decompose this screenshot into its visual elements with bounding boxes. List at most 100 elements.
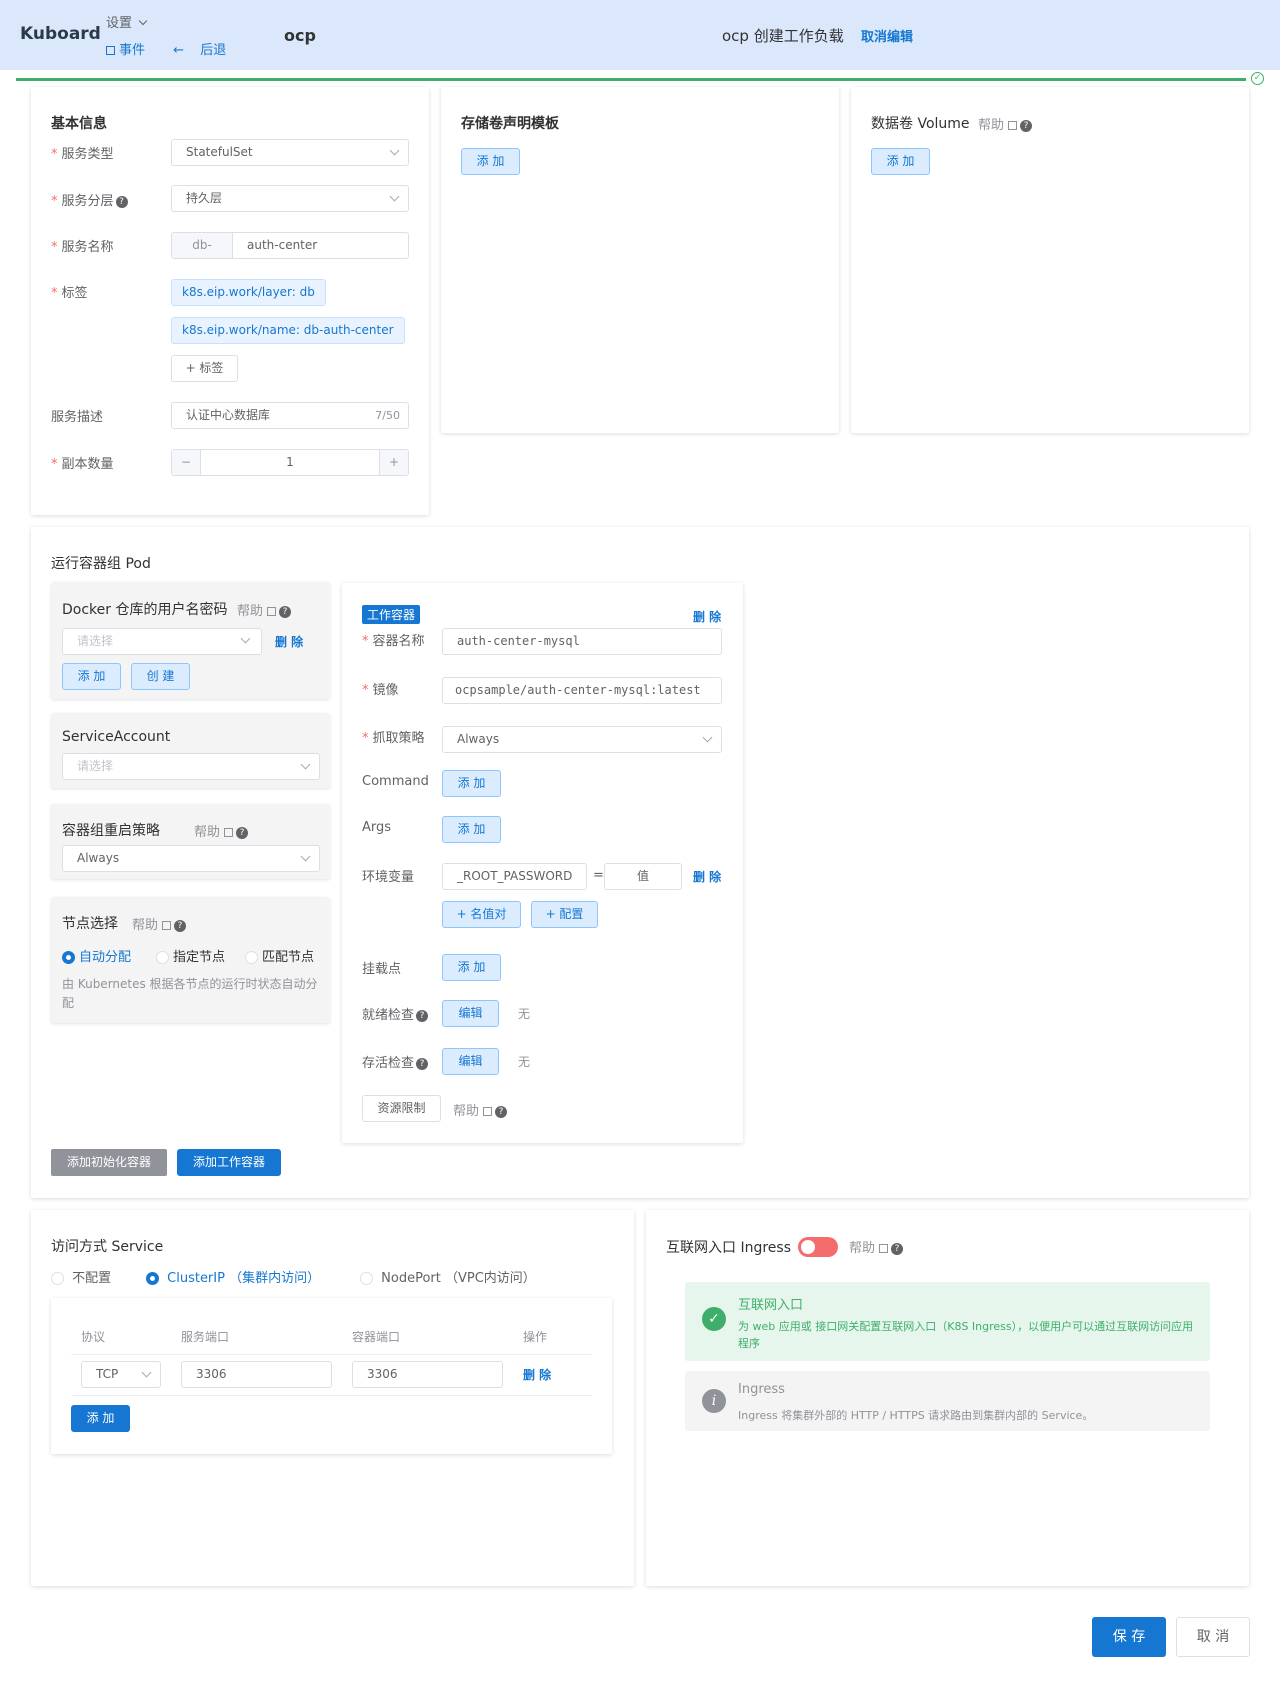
service-account-select[interactable]: 请选择 <box>62 753 320 780</box>
chevron-down-icon <box>300 759 311 770</box>
add-port-button[interactable]: 添 加 <box>71 1405 130 1432</box>
progress-bar <box>16 78 1246 81</box>
alert-title: 互联网入口 <box>738 1298 804 1313</box>
external-link-icon <box>162 921 172 930</box>
env-value-input[interactable]: 值 <box>604 863 682 890</box>
mount-label: 挂载点 <box>362 962 402 977</box>
env-label: 环境变量 <box>362 870 415 885</box>
work-container-card: 工作容器 删 除 * 容器名称 auth-center-mysql * 镜像 ocp… <box>342 583 743 1143</box>
cancel-edit-link[interactable]: 取消编辑 <box>861 26 913 45</box>
help-icon[interactable]: ? <box>416 1057 429 1070</box>
service-name-label: * 服务名称 <box>51 240 114 255</box>
external-link-icon <box>1008 121 1018 130</box>
service-layer-select[interactable]: 持久层 <box>171 185 409 212</box>
env-name-input[interactable]: _ROOT_PASSWORD <box>442 863 587 890</box>
service-none-radio[interactable]: 不配置 <box>51 1267 111 1286</box>
service-type-select[interactable]: StatefulSet <box>171 139 409 166</box>
success-icon: ✓ <box>702 1307 726 1331</box>
page-title: ocp 创建工作负载 <box>722 27 844 45</box>
service-clusterip-radio[interactable]: ClusterIP （集群内访问） <box>146 1267 320 1286</box>
ingress-help-link[interactable]: 帮助? <box>849 1237 904 1256</box>
add-volume-button[interactable]: 添 加 <box>871 148 930 175</box>
command-label: Command <box>362 774 429 789</box>
add-env-pair-button[interactable]: + 名值对 <box>442 901 521 928</box>
table-header: 协议 <box>81 1330 106 1344</box>
service-port-input[interactable]: 3306 <box>181 1361 332 1388</box>
service-nodeport-radio[interactable]: NodePort （VPC内访问） <box>360 1267 536 1286</box>
node-specify-radio[interactable]: 指定节点 <box>156 946 225 965</box>
ingress-card: 互联网入口 Ingress 帮助? ✓ 互联网入口 为 web 应用或 接口网关… <box>646 1210 1249 1586</box>
restart-help-link[interactable]: 帮助? <box>194 821 249 840</box>
decrement-button[interactable]: − <box>172 450 201 475</box>
container-port-input[interactable]: 3306 <box>352 1361 503 1388</box>
readiness-value: 无 <box>518 1007 531 1021</box>
label-tag[interactable]: k8s.eip.work/name: db-auth-center <box>171 317 405 344</box>
add-pvc-button[interactable]: 添 加 <box>461 148 520 175</box>
events-link[interactable]: 事件 <box>106 43 157 58</box>
restart-policy-select[interactable]: Always <box>62 845 320 872</box>
external-link-icon <box>106 46 115 55</box>
label-tag[interactable]: k8s.eip.work/layer: db <box>171 279 326 306</box>
restart-policy-card: 容器组重启策略 帮助? Always <box>51 804 330 879</box>
liveness-value: 无 <box>518 1055 531 1069</box>
liveness-label: 存活检查? <box>362 1052 429 1071</box>
help-icon[interactable]: ? <box>416 1009 429 1022</box>
radio-icon <box>51 1272 64 1285</box>
alert-title: Ingress <box>738 1382 785 1397</box>
env-equals: = <box>593 868 604 883</box>
node-description: 由 Kubernetes 根据各节点的运行时状态自动分配 <box>62 977 318 1010</box>
container-name-input[interactable]: auth-center-mysql <box>442 628 722 655</box>
radio-icon <box>360 1272 373 1285</box>
add-args-button[interactable]: 添 加 <box>442 816 501 843</box>
edit-liveness-button[interactable]: 编辑 <box>442 1048 499 1075</box>
service-card: 访问方式 Service 不配置 ClusterIP （集群内访问） NodeP… <box>31 1210 634 1586</box>
back-link[interactable]: ← 后退 <box>173 43 238 58</box>
node-selector-card: 节点选择 帮助? 自动分配 指定节点 匹配节点 由 Kubernetes 根据各… <box>51 897 330 1023</box>
protocol-select[interactable]: TCP <box>81 1361 161 1388</box>
replicas-value[interactable]: 1 <box>202 450 378 475</box>
char-count: 7/50 <box>375 409 400 422</box>
docker-help-link[interactable]: 帮助? <box>237 600 292 619</box>
external-link-icon <box>483 1107 493 1116</box>
docker-create-button[interactable]: 创 建 <box>131 663 190 690</box>
description-input[interactable]: 认证中心数据库 7/50 <box>171 402 409 429</box>
docker-secret-select[interactable]: 请选择 <box>62 628 262 655</box>
top-bar: Kuboard 设置 事件 ← 后退 ocp ocp 创建工作负载 取消编辑 <box>0 0 1280 70</box>
pull-policy-select[interactable]: Always <box>442 726 722 753</box>
node-help-link[interactable]: 帮助? <box>132 914 187 933</box>
save-button[interactable]: 保 存 <box>1092 1617 1166 1657</box>
edit-readiness-button[interactable]: 编辑 <box>442 1000 499 1027</box>
port-table: 协议 服务端口 容器端口 操作 TCP 3306 3306 删 除 添 加 <box>51 1298 612 1454</box>
resource-limits-button[interactable]: 资源限制 <box>362 1095 441 1122</box>
alert-description: Ingress 将集群外部的 HTTP / HTTPS 请求路由到集群内部的 S… <box>738 1409 1094 1422</box>
settings-menu[interactable]: 设置 <box>106 12 148 31</box>
port-delete-link[interactable]: 删 除 <box>523 1366 551 1383</box>
labels-label: * 标签 <box>51 286 88 301</box>
docker-delete-link[interactable]: 删 除 <box>275 633 303 650</box>
brand-logo[interactable]: Kuboard <box>20 24 101 44</box>
add-label-button[interactable]: + 标签 <box>171 355 238 382</box>
add-work-container-button[interactable]: 添加工作容器 <box>177 1149 281 1176</box>
container-delete-link[interactable]: 删 除 <box>693 608 721 625</box>
resource-help-link[interactable]: 帮助? <box>453 1100 508 1119</box>
service-name-input[interactable]: auth-center <box>232 232 409 259</box>
add-mount-button[interactable]: 添 加 <box>442 954 501 981</box>
add-init-container-button[interactable]: 添加初始化容器 <box>51 1149 167 1176</box>
add-env-config-button[interactable]: + 配置 <box>531 901 598 928</box>
env-delete-link[interactable]: 删 除 <box>693 868 721 885</box>
add-command-button[interactable]: 添 加 <box>442 770 501 797</box>
help-icon: ? <box>1020 119 1033 132</box>
external-link-icon <box>267 607 277 616</box>
cancel-button[interactable]: 取 消 <box>1176 1617 1250 1657</box>
image-input[interactable]: ocpsample/auth-center-mysql:latest <box>442 677 722 704</box>
ingress-toggle[interactable] <box>798 1237 838 1257</box>
node-match-radio[interactable]: 匹配节点 <box>245 946 314 965</box>
help-icon[interactable]: ? <box>115 195 128 208</box>
docker-add-button[interactable]: 添 加 <box>62 663 121 690</box>
divider <box>71 1395 592 1396</box>
volume-help-link[interactable]: 帮助? <box>978 114 1033 133</box>
pvc-template-card: 存储卷声明模板 添 加 <box>441 87 839 433</box>
increment-button[interactable]: + <box>379 450 408 475</box>
args-label: Args <box>362 820 392 835</box>
node-auto-radio[interactable]: 自动分配 <box>62 946 131 965</box>
